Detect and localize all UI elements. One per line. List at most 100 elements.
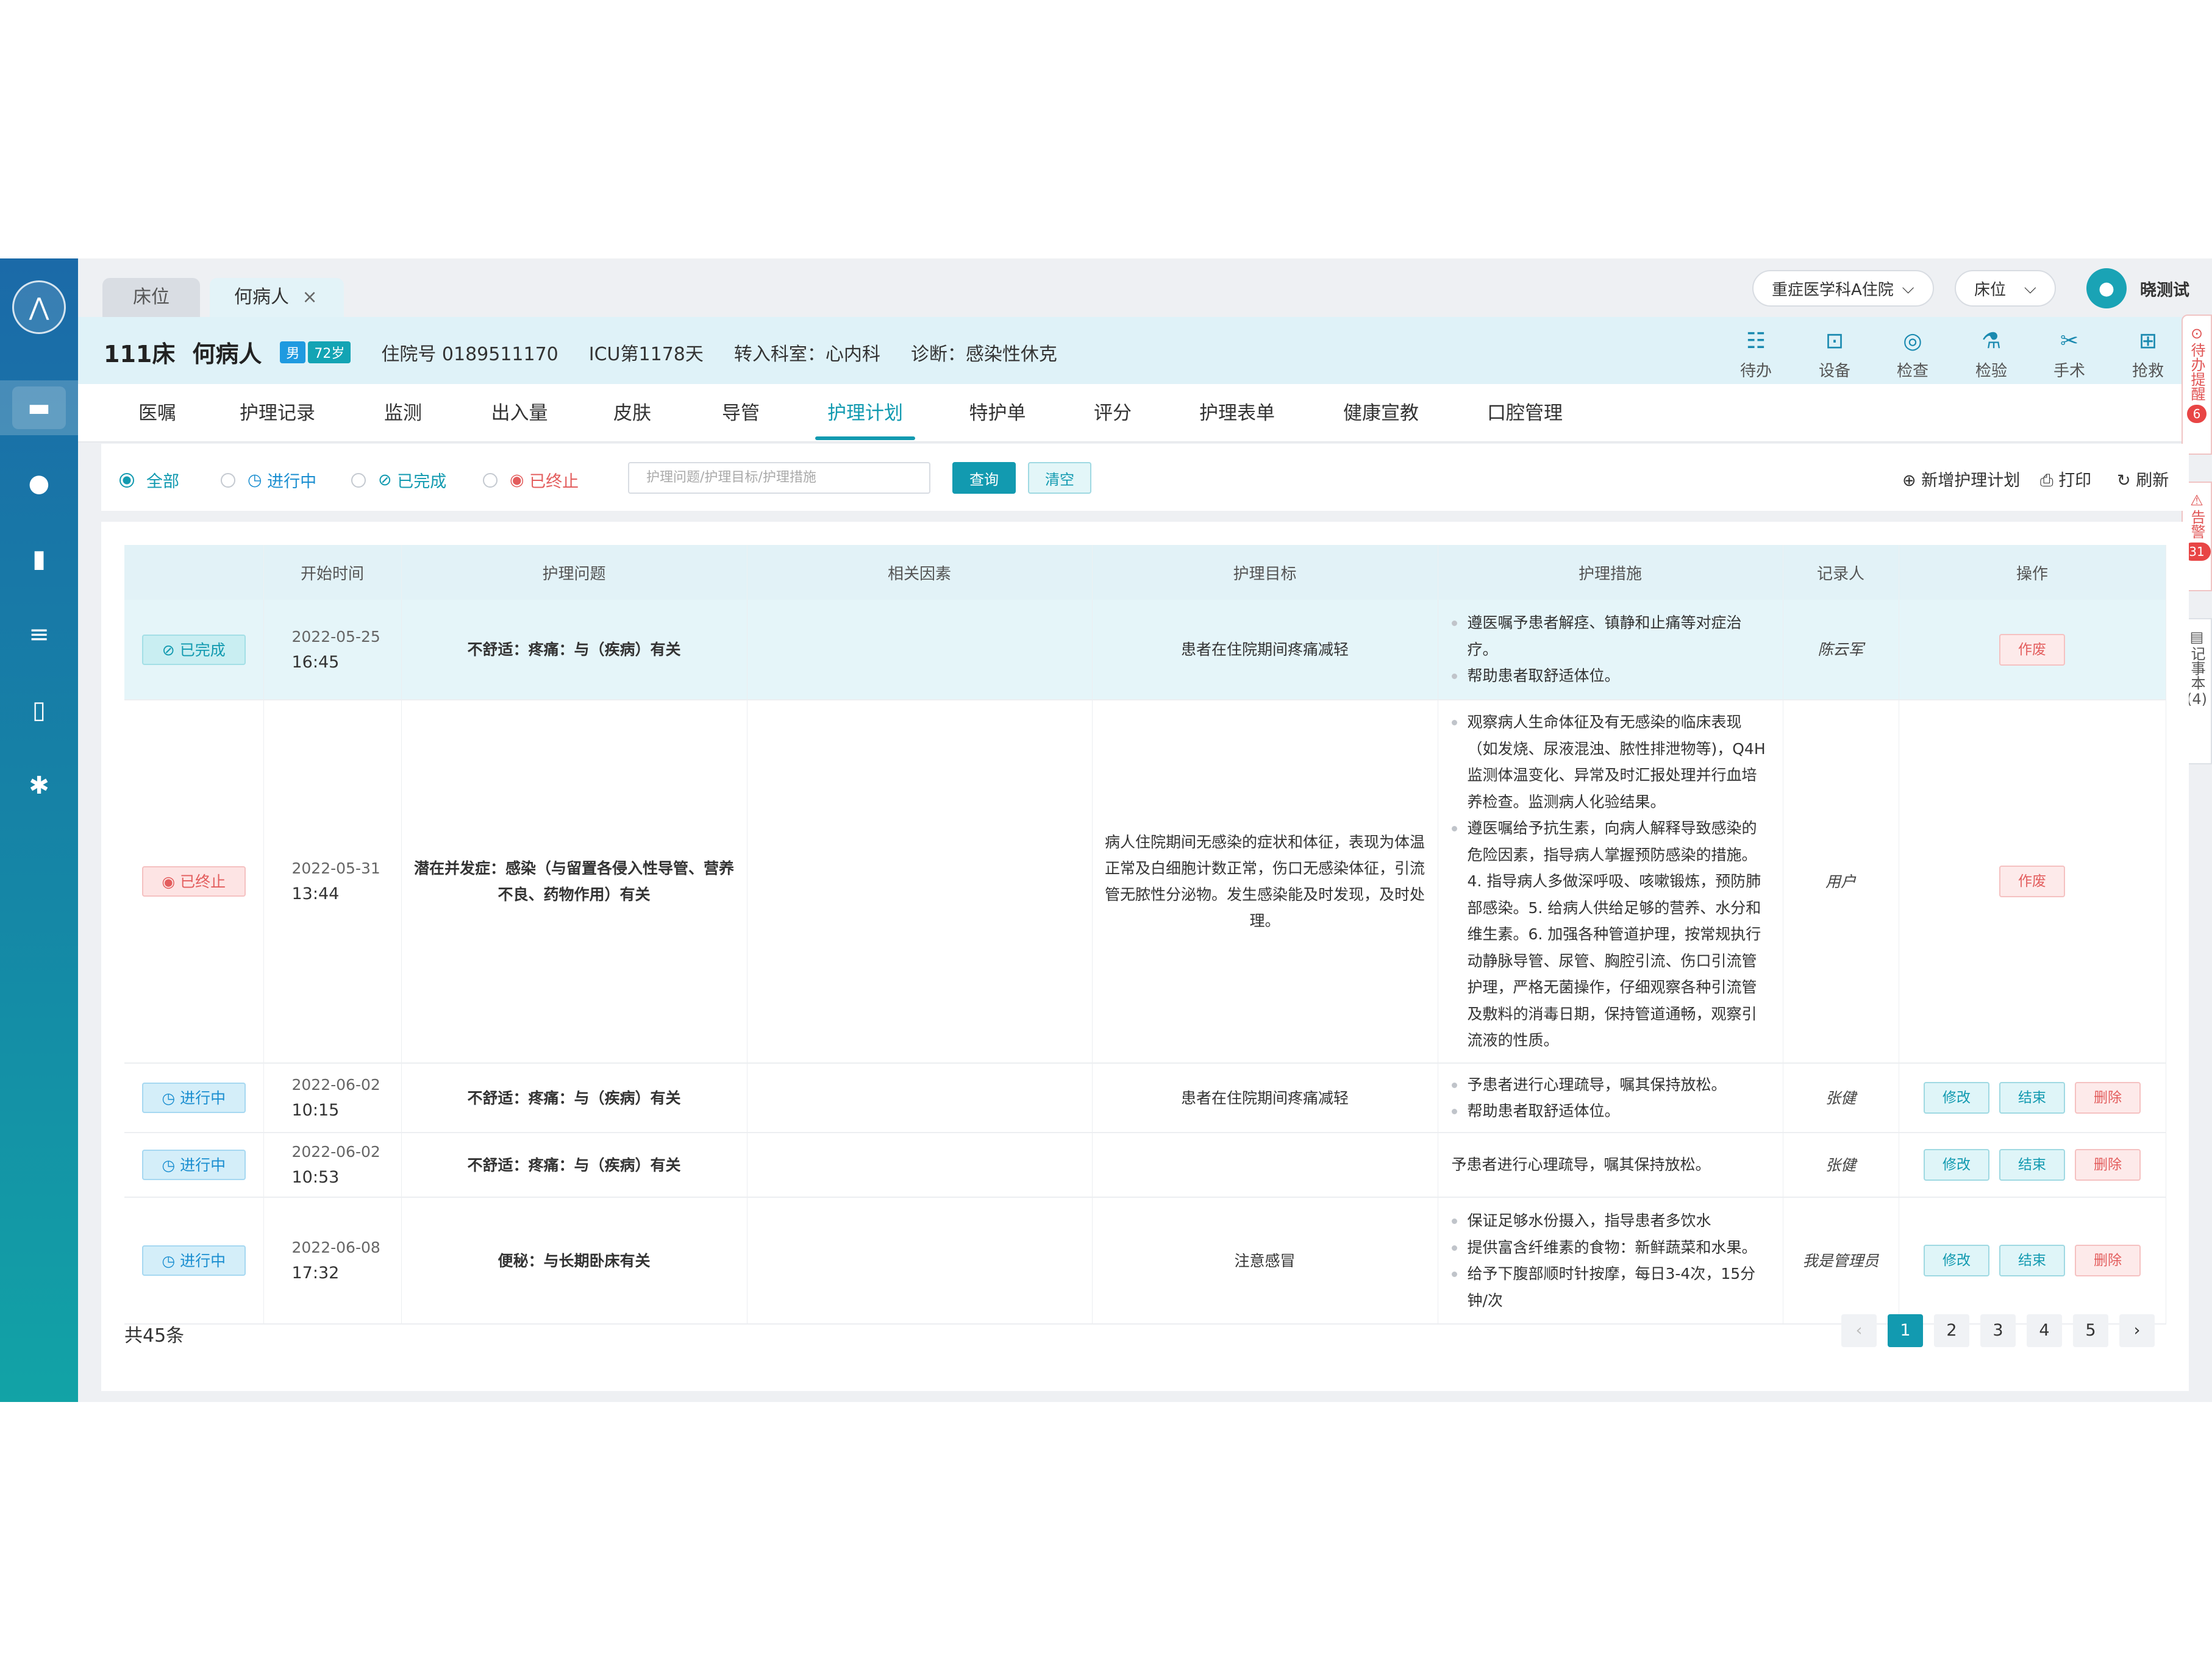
col-recorder: 记录人 xyxy=(1783,545,1899,600)
measure-item: 遵医嘱予患者解痉、镇静和止痛等对症治疗。 xyxy=(1451,610,1771,663)
end-button[interactable]: 结束 xyxy=(1999,1082,2065,1114)
filter-done-label: 已完成 xyxy=(397,472,447,491)
tool-device[interactable]: ⊡ 设备 xyxy=(1807,329,1862,381)
edit-button[interactable]: 修改 xyxy=(1924,1245,1989,1276)
menu-item[interactable]: 护理表单 xyxy=(1199,384,1275,443)
table-row[interactable]: ◉ 已终止 2022-05-31 13:44 潜在并发症：感染（与留置各侵入性导管… xyxy=(124,700,2166,1064)
clear-button[interactable]: 清空 xyxy=(1028,462,1091,494)
tool-todo[interactable]: ☷ 待办 xyxy=(1729,329,1783,381)
tool-lab[interactable]: ⚗ 检验 xyxy=(1964,329,2019,381)
menu-item[interactable]: 护理记录 xyxy=(240,384,315,443)
menu-item[interactable]: 导管 xyxy=(721,384,760,443)
page-button[interactable]: 5 xyxy=(2073,1314,2108,1347)
add-plan-button[interactable]: ⊕ 新增护理计划 xyxy=(1902,467,2020,491)
nav-settings-icon[interactable]: ✱ xyxy=(0,758,78,813)
menu-item[interactable]: 特护单 xyxy=(969,384,1026,443)
filter-stopped[interactable]: ◉ 已终止 xyxy=(483,468,579,492)
menu-item[interactable]: 评分 xyxy=(1093,384,1132,443)
close-icon[interactable]: × xyxy=(302,286,318,308)
status-label: 已完成 xyxy=(179,641,226,659)
recorder-cell: 我是管理员 xyxy=(1783,1197,1899,1325)
radio-dot xyxy=(120,472,134,488)
edit-button[interactable]: 修改 xyxy=(1924,1149,1989,1181)
filter-running[interactable]: ◷ 进行中 xyxy=(221,468,316,492)
measures-cell: 予患者进行心理疏导，嘱其保持放松。 帮助患者取舒适体位。 xyxy=(1438,1063,1783,1133)
patient-header: 111床 何病人 男 72岁 住院号 0189511170 ICU第1178天 … xyxy=(78,317,2183,384)
menu-item[interactable]: 出入量 xyxy=(491,384,548,443)
prev-page-button[interactable]: ‹ xyxy=(1841,1314,1877,1347)
tab-bed[interactable]: 床位 xyxy=(102,278,200,317)
page-button[interactable]: 1 xyxy=(1888,1314,1923,1347)
nav-bed-icon[interactable]: ▬ xyxy=(0,380,78,435)
nav-patients-icon[interactable]: ● xyxy=(0,456,78,511)
tab-patient[interactable]: 何病人 × xyxy=(210,278,344,317)
delete-button[interactable]: 删除 xyxy=(2075,1082,2141,1114)
menu-item[interactable]: 口腔管理 xyxy=(1487,384,1563,443)
table-row[interactable]: ◷ 进行中 2022-06-02 10:53 不舒适：疼痛：与（疾病）有关 予患者… xyxy=(124,1133,2166,1198)
page-button[interactable]: 4 xyxy=(2027,1314,2062,1347)
table-row[interactable]: ◷ 进行中 2022-06-02 10:15 不舒适：疼痛：与（疾病）有关 患者在… xyxy=(124,1063,2166,1133)
col-operation: 操作 xyxy=(1899,545,2166,600)
start-time: 13:44 xyxy=(291,884,340,903)
void-button[interactable]: 作废 xyxy=(1999,866,2065,897)
bed-select[interactable]: 床位 ⌵ xyxy=(1955,267,2056,310)
print-label: 打印 xyxy=(2058,471,2092,490)
goal-cell: 注意感冒 xyxy=(1092,1197,1438,1325)
menu-item[interactable]: 医嘱 xyxy=(136,384,179,443)
page-button[interactable]: 2 xyxy=(1934,1314,1969,1347)
factor-cell xyxy=(747,700,1093,1064)
page-button[interactable]: 3 xyxy=(1980,1314,2016,1347)
menu-item[interactable]: 皮肤 xyxy=(613,384,652,443)
todo-reminder-panel[interactable]: ⊙ 待办提醒 6 xyxy=(2182,315,2212,455)
department-select[interactable]: 重症医学科A住院 ⌵ xyxy=(1752,267,1934,310)
chevron-down-icon: ⌵ xyxy=(1902,279,1914,297)
recorder-cell: 用户 xyxy=(1783,700,1899,1064)
problem-cell: 便秘：与长期卧床有关 xyxy=(401,1197,747,1325)
refresh-icon: ↻ xyxy=(2117,471,2136,490)
refresh-button[interactable]: ↻ 刷新 xyxy=(2117,467,2169,491)
measure-item: 观察病人生命体征及有无感染的临床表现（如发烧、尿液混浊、脓性排泄物等)，Q4H监… xyxy=(1451,709,1771,815)
menu-item[interactable]: 监测 xyxy=(384,384,423,443)
measure-item: 提供富含纤维素的食物：新鲜蔬菜和水果。 xyxy=(1451,1234,1771,1261)
start-time: 10:53 xyxy=(291,1168,340,1187)
nav-server-icon[interactable]: ≡ xyxy=(0,607,78,662)
start-date: 2022-06-02 xyxy=(291,1076,380,1094)
notebook-label: 记事本 xyxy=(2188,646,2205,690)
delete-button[interactable]: 删除 xyxy=(2075,1245,2141,1276)
col-measures: 护理措施 xyxy=(1438,545,1783,600)
filter-done[interactable]: ⊘ 已完成 xyxy=(351,468,446,492)
status-badge: ⊘ 已完成 xyxy=(141,634,246,665)
end-button[interactable]: 结束 xyxy=(1999,1245,2065,1276)
measures-cell: 保证足够水份摄入，指导患者多饮水 提供富含纤维素的食物：新鲜蔬菜和水果。 给予下… xyxy=(1438,1197,1783,1325)
edit-button[interactable]: 修改 xyxy=(1924,1082,1989,1114)
user-menu[interactable]: ● 晓测试 xyxy=(2086,267,2189,310)
next-page-button[interactable]: › xyxy=(2119,1314,2155,1347)
refresh-label: 刷新 xyxy=(2136,471,2169,490)
start-date: 2022-05-31 xyxy=(291,859,380,877)
department-label: 重症医学科A住院 xyxy=(1772,280,1894,299)
app-window: ⋀ ▬ ● ▮ ≡ ▯ ✱ 床位 何病人 × 重症医学科A住院 ⌵ 床位 ⌵ ● 晓… xyxy=(0,258,2212,1402)
problem-cell: 不舒适：疼痛：与（疾病）有关 xyxy=(401,1133,747,1198)
void-button[interactable]: 作废 xyxy=(1999,633,2065,666)
start-time: 17:32 xyxy=(291,1264,340,1283)
filter-all[interactable]: 全部 xyxy=(120,468,179,492)
end-button[interactable]: 结束 xyxy=(1999,1149,2065,1181)
menu-item[interactable]: 健康宣教 xyxy=(1343,384,1419,443)
table-row[interactable]: ⊘ 已完成 2022-05-25 16:45 不舒适：疼痛：与（疾病）有关 患者在… xyxy=(124,600,2166,700)
clock-icon: ◷ xyxy=(162,1252,180,1270)
clock-icon: ◷ xyxy=(162,1089,180,1107)
nav-book-icon[interactable]: ▯ xyxy=(0,683,78,738)
query-button[interactable]: 查询 xyxy=(952,462,1016,494)
table-row[interactable]: ◷ 进行中 2022-06-08 17:32 便秘：与长期卧床有关 注意感冒 保证… xyxy=(124,1197,2166,1325)
print-button[interactable]: ⎙ 打印 xyxy=(2040,467,2091,491)
col-status xyxy=(124,545,264,600)
delete-button[interactable]: 删除 xyxy=(2075,1149,2141,1181)
factor-cell xyxy=(747,1133,1093,1198)
tool-exam[interactable]: ◎ 检查 xyxy=(1885,329,1940,381)
measure-item: 帮助患者取舒适体位。 xyxy=(1451,663,1771,689)
tool-rescue[interactable]: ⊞ 抢救 xyxy=(2121,329,2175,381)
tool-surgery[interactable]: ✂ 手术 xyxy=(2042,329,2097,381)
nav-stats-icon[interactable]: ▮ xyxy=(0,532,78,586)
menu-item-active[interactable]: 护理计划 xyxy=(815,384,915,443)
search-input[interactable]: 护理问题/护理目标/护理措施 xyxy=(628,462,930,494)
